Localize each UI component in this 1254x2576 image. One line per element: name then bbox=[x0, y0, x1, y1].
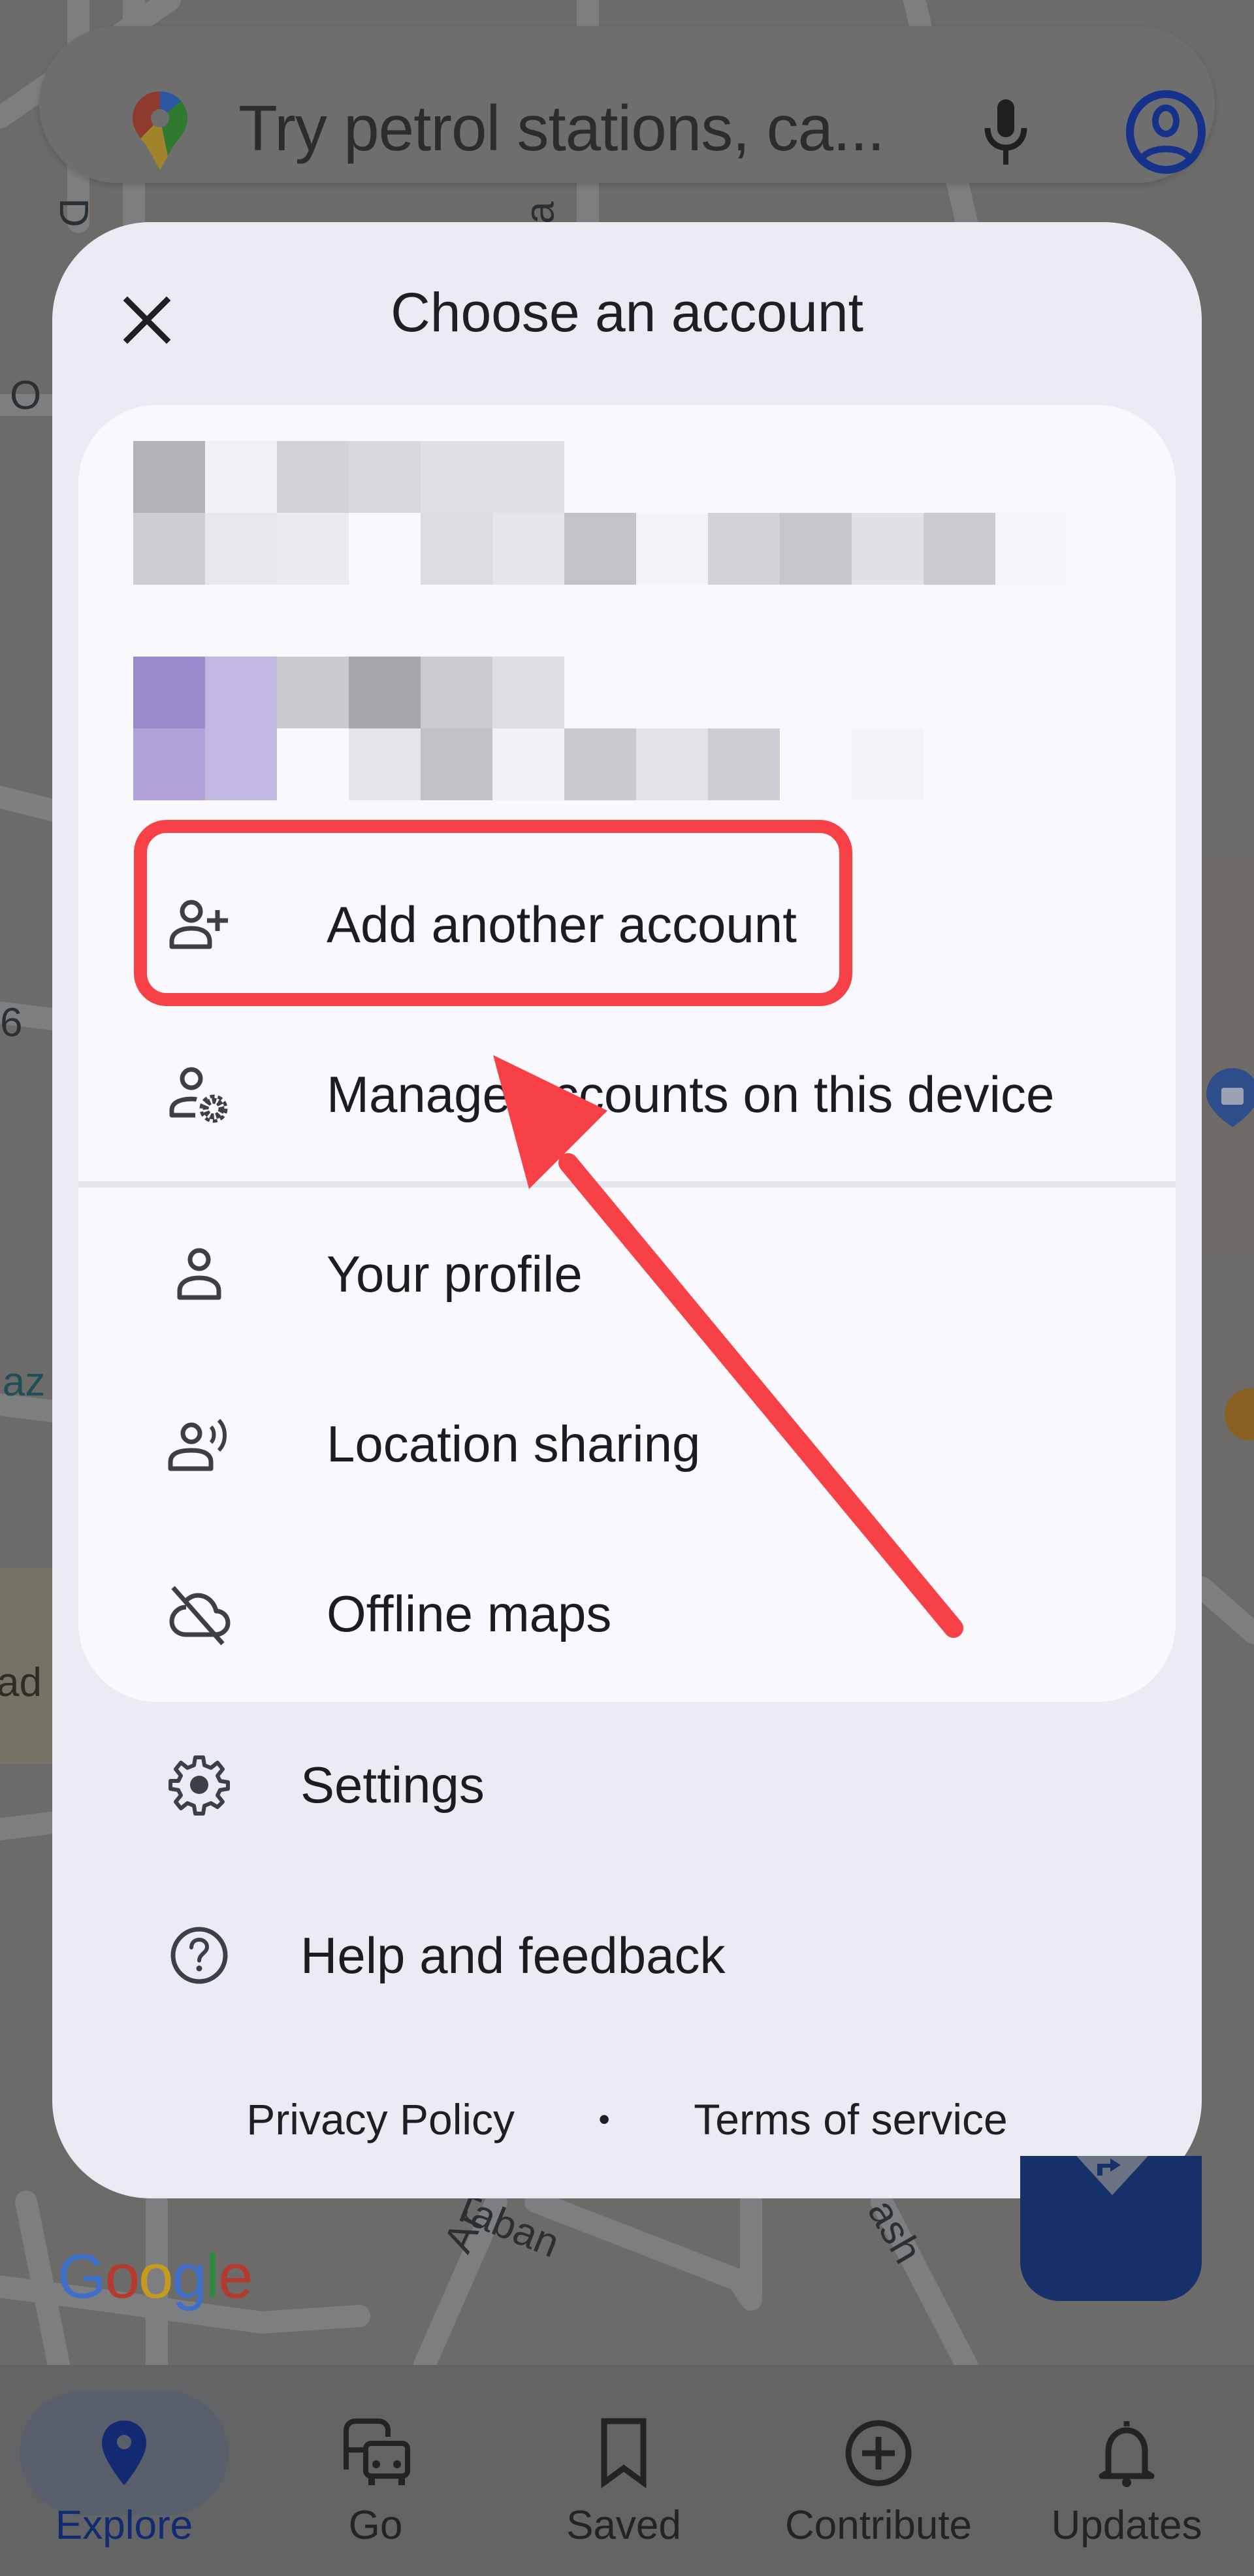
nav-tab-explore[interactable]: Explore bbox=[0, 2365, 248, 2576]
footer-separator: • bbox=[598, 2100, 610, 2138]
food-poi-icon[interactable] bbox=[1221, 1385, 1254, 1457]
nav-label: Go bbox=[348, 2503, 403, 2548]
cloud-off-icon bbox=[163, 1578, 235, 1650]
accounts-card: Add another account Manage accounts on t… bbox=[78, 405, 1176, 1702]
offline-maps-item[interactable]: Offline maps bbox=[78, 1545, 1176, 1682]
location-sharing-icon bbox=[163, 1408, 235, 1480]
section-divider bbox=[78, 1181, 1176, 1188]
add-another-account-item[interactable]: Add another account bbox=[78, 856, 1176, 993]
commute-icon bbox=[340, 2417, 411, 2489]
location-sharing-label: Location sharing bbox=[327, 1414, 701, 1473]
directions-button[interactable] bbox=[1020, 2156, 1202, 2301]
nav-label: Saved bbox=[566, 2503, 681, 2548]
settings-item[interactable]: Settings bbox=[52, 1716, 1202, 1853]
help-and-feedback-item[interactable]: Help and feedback bbox=[52, 1887, 1202, 2024]
nav-tab-contribute[interactable]: Contribute bbox=[754, 2365, 1003, 2576]
shopping-poi-icon[interactable] bbox=[1203, 1065, 1254, 1130]
search-bar[interactable]: Try petrol stations, ca... bbox=[39, 26, 1215, 183]
dialog-header: Choose an account bbox=[52, 222, 1202, 405]
bottom-navigation: Explore Go Saved Contribute Updates bbox=[0, 2365, 1254, 2576]
add-circle-icon bbox=[843, 2417, 914, 2489]
bell-icon bbox=[1091, 2417, 1163, 2489]
manage-accounts-icon bbox=[163, 1058, 235, 1130]
nav-tab-updates[interactable]: Updates bbox=[1003, 2365, 1251, 2576]
privacy-policy-link[interactable]: Privacy Policy bbox=[246, 2095, 515, 2144]
account-item[interactable] bbox=[133, 657, 1113, 800]
map-place-label: ad bbox=[0, 1660, 42, 1705]
microphone-icon[interactable] bbox=[980, 97, 1032, 169]
dialog-title: Choose an account bbox=[391, 282, 863, 343]
settings-label: Settings bbox=[300, 1755, 485, 1814]
directions-icon bbox=[1076, 2156, 1148, 2195]
person-icon bbox=[163, 1238, 235, 1310]
manage-accounts-item[interactable]: Manage accounts on this device bbox=[78, 1026, 1176, 1163]
person-add-icon bbox=[163, 889, 235, 960]
manage-accounts-label: Manage accounts on this device bbox=[327, 1065, 1055, 1123]
search-input[interactable]: Try petrol stations, ca... bbox=[238, 91, 885, 165]
nav-tab-saved[interactable]: Saved bbox=[500, 2365, 748, 2576]
nav-label: Contribute bbox=[784, 2503, 973, 2548]
nav-tab-go[interactable]: Go bbox=[251, 2365, 500, 2576]
choose-account-dialog: Choose an account Add another account Ma… bbox=[52, 222, 1202, 2198]
map-street-label: 6 bbox=[0, 1000, 23, 1045]
account-item[interactable] bbox=[133, 441, 1113, 585]
google-logo: Google bbox=[57, 2242, 253, 2311]
offline-maps-label: Offline maps bbox=[327, 1584, 612, 1642]
account-circle-icon[interactable] bbox=[1123, 88, 1208, 176]
bookmark-icon bbox=[588, 2417, 660, 2489]
nav-label: Updates bbox=[1051, 2503, 1202, 2548]
gear-icon bbox=[163, 1749, 235, 1821]
map-street-label: a bbox=[517, 201, 563, 224]
help-and-feedback-label: Help and feedback bbox=[300, 1926, 726, 1984]
dialog-footer: Privacy Policy • Terms of service bbox=[52, 2091, 1202, 2156]
nav-label: Explore bbox=[55, 2503, 193, 2548]
google-maps-pin-icon bbox=[133, 91, 187, 170]
map-place-label: laz bbox=[0, 1360, 46, 1405]
location-sharing-item[interactable]: Location sharing bbox=[78, 1375, 1176, 1512]
map-street-label: O bbox=[10, 373, 42, 418]
help-icon bbox=[163, 1919, 235, 1991]
your-profile-label: Your profile bbox=[327, 1245, 583, 1303]
your-profile-item[interactable]: Your profile bbox=[78, 1205, 1176, 1343]
add-another-account-label: Add another account bbox=[327, 895, 797, 953]
location-pin-icon bbox=[88, 2417, 160, 2489]
terms-of-service-link[interactable]: Terms of service bbox=[694, 2095, 1007, 2144]
